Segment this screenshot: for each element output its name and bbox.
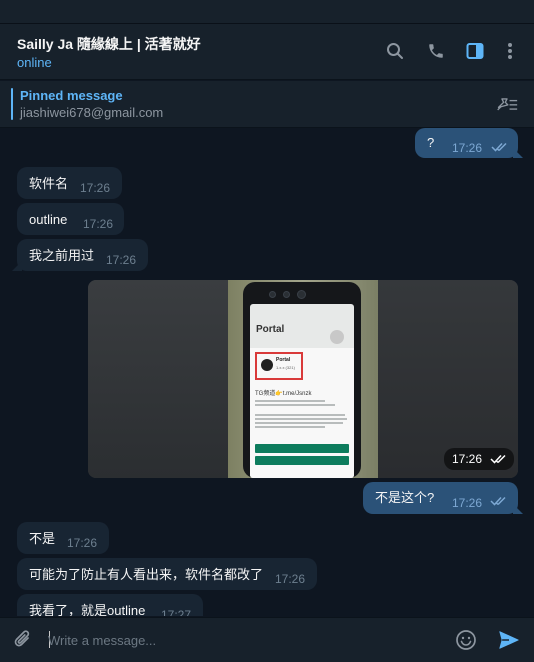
photo-app-card: Portal 1.x.x (321) TG频道👉t.me/Jsnzk — [250, 348, 354, 478]
photo-portal-title: Portal — [256, 324, 285, 335]
search-icon[interactable] — [384, 40, 406, 62]
emoji-icon[interactable] — [455, 629, 477, 651]
bubble-tail — [513, 504, 523, 514]
message-input[interactable] — [48, 629, 428, 651]
photo-text-line — [255, 400, 325, 402]
photo-portal-icon — [330, 330, 344, 344]
photo-green-button — [255, 456, 349, 465]
pinned-text: jiashiwei678@gmail.com — [20, 105, 164, 120]
photo-text-line — [255, 404, 335, 406]
message-text: outline — [29, 212, 68, 227]
message-time: 17:26 — [452, 141, 483, 155]
message-time: 17:26 — [83, 217, 114, 231]
message-text: 不是这个? — [375, 490, 435, 505]
photo-text-line — [255, 426, 325, 428]
message-list[interactable]: ? 17:26 软件名 17:26 outline 17:26 我之前用过 17… — [0, 128, 534, 616]
message-time: 17:26 — [452, 496, 483, 510]
chat-header: Sailly Ja 隨緣線上 | 活著就好 online — [0, 24, 534, 80]
message-bubble[interactable]: 可能为了防止有人看出来，软件名都改了 17:26 — [17, 558, 317, 590]
bubble-tail — [513, 148, 523, 158]
message-bubble[interactable]: 我看了，就是outline 17:27 — [17, 594, 203, 616]
photo-promo-text: TG频道👉t.me/Jsnzk — [255, 391, 312, 397]
photo-highlight-box: Portal 1.x.x (321) — [255, 352, 303, 380]
message-bubble[interactable]: ? 17:26 — [415, 128, 523, 158]
message-bubble[interactable]: outline 17:26 — [17, 203, 124, 235]
photo-message[interactable]: Portal Portal 1.x.x (321) TG频道👉t.me/Jsnz… — [88, 280, 518, 478]
message-time: 17:26 — [80, 181, 111, 195]
message-bubble[interactable]: 不是 17:26 — [17, 522, 109, 554]
photo-time-badge: 17:26 — [444, 448, 514, 470]
message-bubble[interactable]: 软件名 17:26 — [17, 167, 122, 199]
message-text: 不是 — [29, 531, 56, 546]
pinned-title: Pinned message — [20, 88, 123, 103]
read-receipt-icon — [491, 142, 507, 152]
phone-camera — [269, 291, 276, 298]
message-text: 我之前用过 — [29, 248, 95, 263]
sidebar-toggle-icon[interactable] — [464, 40, 486, 62]
photo-app-icon — [261, 359, 273, 371]
message-text: 可能为了防止有人看出来，软件名都改了 — [29, 567, 264, 582]
message-time: 17:26 — [275, 572, 306, 586]
unpin-icon[interactable] — [496, 93, 518, 115]
photo-text-line — [255, 414, 345, 416]
message-bubble[interactable]: 不是这个? 17:26 — [363, 482, 523, 514]
pinned-accent-bar — [11, 88, 13, 120]
read-receipt-icon — [490, 454, 506, 464]
photo-text-line — [255, 418, 347, 420]
attach-icon[interactable] — [12, 629, 34, 651]
read-receipt-icon — [490, 496, 506, 506]
more-vertical-icon[interactable] — [499, 40, 521, 62]
phone-camera — [297, 290, 306, 299]
message-bubble[interactable]: 我之前用过 17:26 — [12, 239, 148, 271]
message-time: 17:26 — [67, 536, 98, 550]
message-time: 17:26 — [106, 253, 137, 267]
chat-title[interactable]: Sailly Ja 隨緣線上 | 活著就好 — [17, 34, 201, 54]
photo-green-button — [255, 444, 349, 453]
message-text: 我看了，就是outline — [29, 603, 146, 616]
pinned-message-bar[interactable]: Pinned message jiashiwei678@gmail.com — [0, 81, 534, 128]
photo-app-version: 1.x.x (321) — [276, 365, 295, 370]
phone-icon[interactable] — [425, 40, 447, 62]
photo-app-name: Portal — [276, 357, 291, 363]
phone-screen: Portal Portal 1.x.x (321) TG频道👉t.me/Jsnz… — [250, 304, 354, 478]
message-time: 17:27 — [161, 608, 192, 616]
chat-status: online — [17, 55, 52, 70]
window-top-strip — [0, 0, 534, 24]
photo-background-left — [88, 280, 228, 478]
phone-camera — [283, 291, 290, 298]
photo-text-line — [255, 422, 343, 424]
photo-phone: Portal Portal 1.x.x (321) TG频道👉t.me/Jsnz… — [243, 282, 361, 478]
message-text: ? — [427, 135, 435, 150]
send-icon[interactable] — [498, 629, 520, 651]
message-composer — [0, 617, 534, 662]
bubble-tail — [12, 261, 22, 271]
message-time: 17:26 — [452, 452, 483, 466]
message-text: 软件名 — [29, 176, 69, 191]
